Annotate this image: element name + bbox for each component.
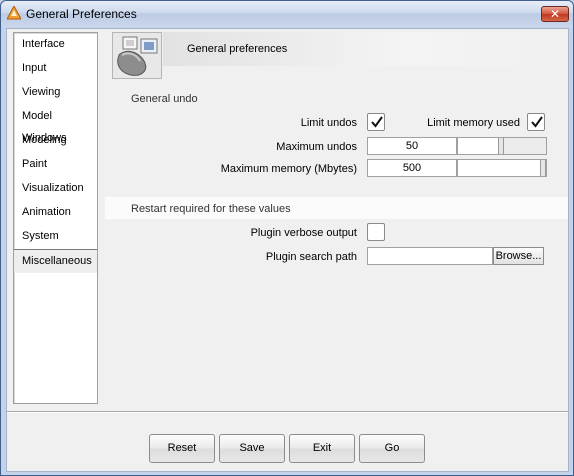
reset-button[interactable]: Reset [149,434,215,463]
general-undo-heading: General undo [131,93,198,105]
mouse-preferences-icon [113,36,161,81]
header-icon [112,32,162,79]
plugin-path-input[interactable] [367,247,493,265]
sidebar-item-paint[interactable]: Paint [14,153,97,177]
sidebar-item-animation[interactable]: Animation [14,201,97,225]
limit-memory-checkbox[interactable] [527,113,545,131]
sidebar-item-system[interactable]: System [14,225,97,249]
sidebar-item-viewing[interactable]: Viewing [14,81,97,105]
max-undos-label: Maximum undos [276,141,357,153]
close-icon: ✕ [549,7,561,21]
app-logo-icon [6,4,22,20]
max-undos-field[interactable]: 50 [367,137,457,155]
max-memory-slider[interactable] [457,159,547,177]
sidebar-item-input[interactable]: Input [14,57,97,81]
limit-undos-checkbox[interactable] [367,113,385,131]
max-undos-slider[interactable] [457,137,547,155]
restart-heading: Restart required for these values [131,203,291,215]
save-button[interactable]: Save [219,434,285,463]
window-title: General Preferences [26,7,137,21]
footer-divider [7,411,568,413]
title-bar[interactable]: General Preferences ✕ [1,1,573,27]
go-button[interactable]: Go [359,434,425,463]
limit-memory-label: Limit memory used [427,117,520,129]
sidebar-item-miscellaneous[interactable]: Miscellaneous [14,249,97,273]
close-button[interactable]: ✕ [541,6,569,22]
plugin-verbose-label: Plugin verbose output [250,227,357,239]
plugin-path-label: Plugin search path [265,251,357,263]
preferences-window: General Preferences ✕ Interface Input Vi… [0,0,574,476]
sidebar-item-modeling[interactable]: Modeling [14,129,97,153]
checkmark-icon [371,116,383,128]
max-memory-slider-thumb[interactable] [540,160,546,176]
checkmark-icon [531,116,543,128]
plugin-verbose-checkbox[interactable] [367,223,385,241]
max-memory-label: Maximum memory (Mbytes) [220,163,357,175]
exit-button[interactable]: Exit [289,434,355,463]
dialog-body: Interface Input Viewing Model Windows Mo… [6,28,569,472]
page-title: General preferences [187,43,288,55]
browse-button[interactable]: Browse... [493,247,544,265]
limit-undos-label: Limit undos [300,117,357,129]
sidebar-item-visualization[interactable]: Visualization [14,177,97,201]
sidebar-item-interface[interactable]: Interface [14,33,97,57]
max-memory-field[interactable]: 500 [367,159,457,177]
max-undos-slider-track [504,138,546,154]
sidebar-item-model-windows[interactable]: Model Windows [14,105,97,144]
category-list: Interface Input Viewing Model Windows Mo… [13,32,98,404]
